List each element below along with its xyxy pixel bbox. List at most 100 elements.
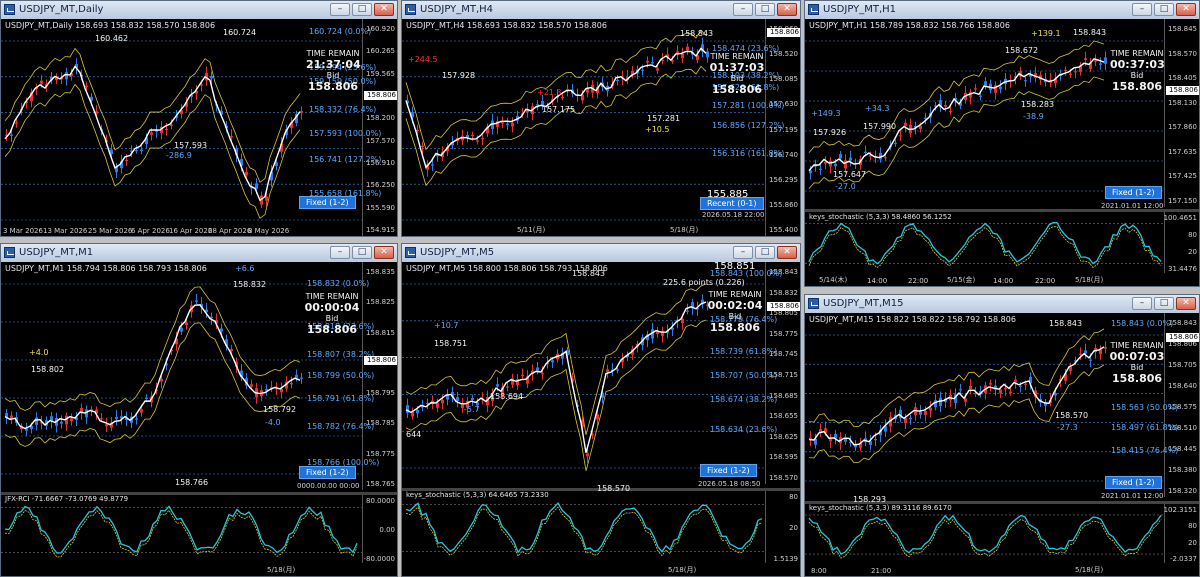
candle-body xyxy=(1024,80,1027,82)
chart-window-m1[interactable]: USDJPY_MT,M1 – □ ✕ USDJPY_MT,M1 158.794 … xyxy=(0,243,398,577)
price-tick-label: 158.825 xyxy=(366,298,395,307)
maximize-button[interactable]: □ xyxy=(1154,297,1174,310)
stochastic-plot[interactable] xyxy=(402,491,768,565)
price-axis[interactable]: 160.920160.265159.565158.806158.200157.5… xyxy=(362,19,397,236)
candle-body xyxy=(894,142,897,145)
price-axis[interactable]: 158.845 158.570 158.405 158.130 157.860 157.6… xyxy=(1164,19,1199,207)
time-axis-label: 14:00 xyxy=(993,277,1014,285)
time-axis-label: 5/15(金) xyxy=(947,276,976,284)
candle-body xyxy=(829,160,832,167)
bid-price: 158.806 xyxy=(711,83,763,96)
price-tick-label: 157.635 xyxy=(1168,147,1197,156)
price-tick-label: 156.295 xyxy=(769,175,798,184)
window-titlebar[interactable]: USDJPY_MT,Daily – □ ✕ xyxy=(1,1,397,19)
candle-body xyxy=(290,383,293,385)
minimize-button[interactable]: – xyxy=(330,246,350,259)
indicator-tick-label: 31.4476 xyxy=(1168,265,1197,273)
fib-mode-button[interactable]: Fixed (1-2) xyxy=(299,466,356,479)
chart-window-h4[interactable]: USDJPY_MT,H4 – □ ✕ USDJPY_MT,H4 158.693 … xyxy=(401,0,801,237)
candle-body xyxy=(1079,353,1082,355)
candle-body xyxy=(1094,60,1097,62)
stochastic-plot[interactable] xyxy=(805,504,1167,565)
close-button[interactable]: ✕ xyxy=(777,246,797,259)
chart-app-icon xyxy=(405,4,416,15)
chart-window-m15[interactable]: USDJPY_MT,M15 – □ ✕ USDJPY_MT,M15 158.82… xyxy=(804,294,1200,577)
chart-info-line: USDJPY_MT,H4 158.693 158.832 158.570 158… xyxy=(406,21,607,30)
swing-label: 158.570 xyxy=(1055,411,1089,420)
candle-body xyxy=(140,149,143,152)
close-button[interactable]: ✕ xyxy=(777,3,797,16)
price-tick-label: 158.595 xyxy=(769,453,798,462)
candle-body xyxy=(819,168,822,170)
minimize-button[interactable]: – xyxy=(1132,297,1152,310)
indicator-axis[interactable]: 102.3151 80 20 -2.0337 xyxy=(1164,504,1199,563)
oscillator-svg xyxy=(805,222,1167,269)
window-titlebar[interactable]: USDJPY_MT,H1 – □ ✕ xyxy=(805,1,1199,19)
window-titlebar[interactable]: USDJPY_MT,M1 – □ ✕ xyxy=(1,244,397,262)
candle-body xyxy=(160,378,163,382)
chart-window-daily[interactable]: USDJPY_MT,Daily – □ ✕ USDJPY_MT,Daily 15… xyxy=(0,0,398,237)
pips-label: +10.7 xyxy=(434,321,459,330)
maximize-button[interactable]: □ xyxy=(352,246,372,259)
time-axis-label: 22:00 xyxy=(1035,277,1056,285)
price-tick-label: 158.570 xyxy=(1168,49,1197,58)
current-price-tag: 158.806 xyxy=(1166,86,1199,95)
window-titlebar[interactable]: USDJPY_MT,H4 – □ ✕ xyxy=(402,1,800,19)
close-button[interactable]: ✕ xyxy=(1176,3,1196,16)
maximize-button[interactable]: □ xyxy=(755,3,775,16)
candle-body xyxy=(661,59,664,61)
candle-body xyxy=(521,374,524,376)
window-titlebar[interactable]: USDJPY_MT,M5 – □ ✕ xyxy=(402,244,800,262)
candle-body xyxy=(230,136,233,138)
candle-body xyxy=(431,164,434,166)
candle-body xyxy=(1084,350,1087,354)
maximize-button[interactable]: □ xyxy=(755,246,775,259)
candle-body xyxy=(974,88,977,90)
chart-window-h1[interactable]: USDJPY_MT,H1 – □ ✕ USDJPY_MT,H1 158.789 … xyxy=(804,0,1200,287)
chart-window-m5[interactable]: USDJPY_MT,M5 – □ ✕ USDJPY_MT,M5 158.800 … xyxy=(401,243,801,577)
fib-mode-button[interactable]: Fixed (1-2) xyxy=(299,196,356,209)
stochastic-plot[interactable] xyxy=(805,212,1167,275)
current-price-tag: 158.806 xyxy=(767,302,800,311)
candle-body xyxy=(165,128,168,131)
price-tick-label: 157.860 xyxy=(1168,123,1197,132)
candle-body xyxy=(1099,63,1102,65)
time-axis-label: 22:00 xyxy=(908,277,929,285)
fib-mode-button[interactable]: Fixed (1-2) xyxy=(700,464,757,477)
candle-body xyxy=(874,439,877,441)
fib-mode-button[interactable]: Fixed (1-2) xyxy=(1105,476,1162,489)
candle-body xyxy=(681,318,684,324)
bid-price: 158.806 xyxy=(307,80,359,93)
indicator-axis[interactable]: 100.4651 80 20 31.4476 xyxy=(1164,212,1199,273)
close-button[interactable]: ✕ xyxy=(374,246,394,259)
candle-body xyxy=(884,157,887,159)
candle-body xyxy=(1014,379,1017,383)
time-remain-value: 00:37:03 xyxy=(1110,58,1165,71)
minimize-button[interactable]: – xyxy=(733,246,753,259)
bid-price: 158.806 xyxy=(1111,80,1163,93)
swing-low-label: 158.293 xyxy=(853,495,887,504)
rci-plot[interactable] xyxy=(1,495,365,565)
indicator-axis[interactable]: 80.0000 0.00 -80.0000 xyxy=(362,495,397,563)
indicator-tick-label: -80.0000 xyxy=(363,555,395,563)
close-button[interactable]: ✕ xyxy=(374,3,394,16)
maximize-button[interactable]: □ xyxy=(1154,3,1174,16)
minimize-button[interactable]: – xyxy=(1132,3,1152,16)
fib-mode-button[interactable]: Recent (0-1) xyxy=(700,197,764,210)
indicator-axis[interactable]: 80 20 1.5139 xyxy=(765,491,800,563)
minimize-button[interactable]: – xyxy=(330,3,350,16)
fib-mode-button[interactable]: Fixed (1-2) xyxy=(1105,186,1162,199)
candle-body xyxy=(934,400,937,408)
swing-low-label: 158.570 xyxy=(597,484,631,493)
minimize-button[interactable]: – xyxy=(733,3,753,16)
close-button[interactable]: ✕ xyxy=(1176,297,1196,310)
maximize-button[interactable]: □ xyxy=(352,3,372,16)
date-readout: 0000.00.00 00:00 xyxy=(297,482,360,490)
price-tick-label: 158.380 xyxy=(1168,466,1197,474)
window-titlebar[interactable]: USDJPY_MT,M15 – □ ✕ xyxy=(805,295,1199,313)
candle-body xyxy=(686,310,689,312)
candle-body xyxy=(511,122,514,127)
time-remain-panel: TIME REMAIN 00:07:03 Bid 158.806 xyxy=(1109,340,1165,384)
current-price-tag: 158.806 xyxy=(767,28,800,37)
window-title: USDJPY_MT,H4 xyxy=(420,4,494,15)
